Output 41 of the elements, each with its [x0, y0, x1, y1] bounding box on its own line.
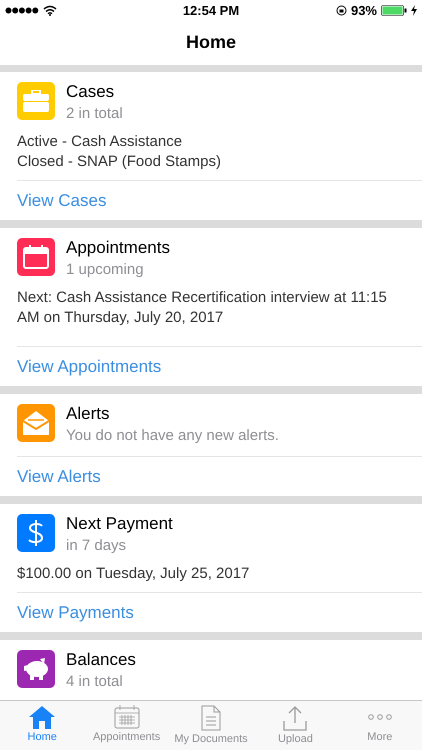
status-time: 12:54 PM: [182, 2, 240, 18]
more-icon: [368, 714, 392, 720]
card-title: Alerts: [66, 404, 110, 424]
view-link[interactable]: View Payments: [17, 602, 134, 622]
tab-bar-item[interactable]: More: [338, 701, 422, 750]
upload-icon: [282, 705, 308, 731]
calendar-icon: [23, 245, 49, 269]
briefcase-icon: [23, 90, 49, 112]
card-title: Appointments: [66, 238, 170, 258]
piggy-bank-icon: [22, 658, 50, 680]
charging-bolt-icon: [411, 4, 417, 16]
tab-bar-item[interactable]: Upload: [253, 701, 338, 750]
signal-icon: [5, 6, 39, 14]
card-detail: Closed - SNAP (Food Stamps): [17, 152, 222, 172]
card-subtitle: in 7 days: [66, 536, 128, 556]
view-link[interactable]: View Alerts: [17, 466, 101, 486]
card-title: Cases: [66, 82, 116, 102]
rotation-lock-icon: [336, 4, 347, 16]
card-subtitle: 4 in total: [66, 672, 124, 692]
tab-bar-item[interactable]: Home: [0, 701, 84, 750]
card-subtitle: You do not have any new alerts.: [66, 426, 279, 446]
home-icon: [29, 705, 56, 729]
tab-bar-item[interactable]: My Documents: [168, 701, 254, 750]
card-detail: $100.00 on Tuesday, July 25, 2017: [17, 564, 250, 584]
card-title: Balances: [66, 650, 136, 670]
wifi-icon: [43, 4, 57, 16]
tab-bar-item[interactable]: Appointments: [84, 701, 169, 750]
card-subtitle: 1 upcoming: [66, 260, 145, 280]
view-link[interactable]: View Cases: [17, 190, 106, 210]
document-icon: [201, 705, 222, 731]
card-detail: Active - Cash Assistance: [17, 132, 184, 152]
page-title: Home: [186, 32, 236, 53]
battery-icon: [381, 4, 407, 16]
battery-percentage: 93%: [350, 2, 377, 18]
calendar-icon: [114, 705, 140, 729]
dollar-icon: [27, 519, 45, 547]
card-title: Next Payment: [66, 514, 173, 534]
envelope-icon: [23, 411, 49, 435]
view-link[interactable]: View Appointments: [17, 356, 162, 376]
card-detail: Next: Cash Assistance Recertification interview at 11:15 AM on Thursday, July 20, 2017: [17, 288, 388, 328]
card-subtitle: 2 in total: [66, 104, 123, 124]
